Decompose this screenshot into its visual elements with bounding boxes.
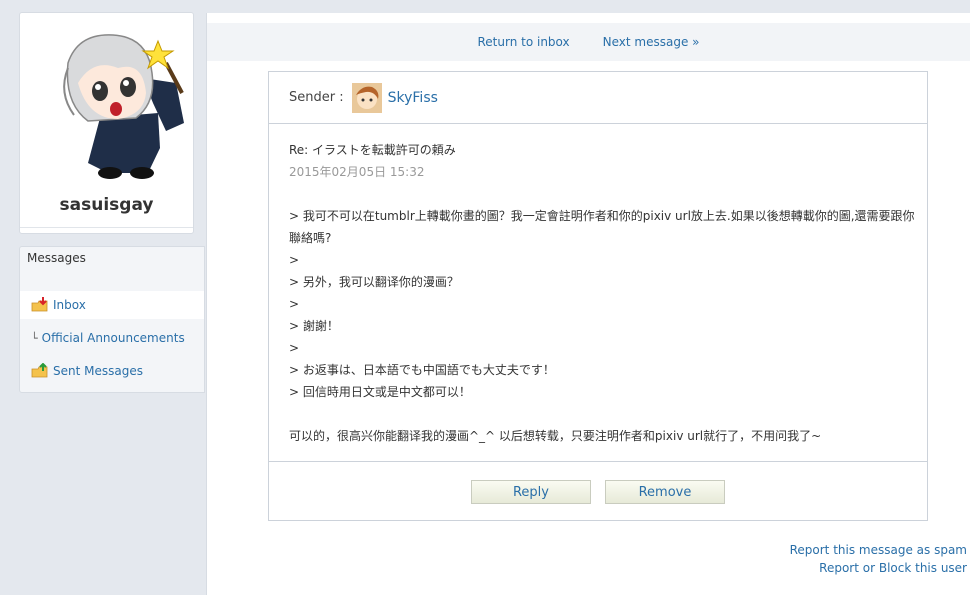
sender-label: Sender : <box>289 90 344 105</box>
reply-text: 可以的，很高兴你能翻译我的漫画^_^ 以后想转载，只要注明作者和pixiv ur… <box>289 429 822 443</box>
report-spam-link[interactable]: Report this message as spam <box>790 543 967 557</box>
messages-nav: Messages Inbox └ Official Announcements … <box>19 246 205 393</box>
profile-username[interactable]: sasuisgay <box>20 195 193 215</box>
quoted-line: > <box>289 341 300 355</box>
sidebar-item-inbox[interactable]: Inbox <box>20 291 204 319</box>
action-row: Reply Remove <box>269 461 927 522</box>
message-toolbar: Return to inbox Next message » <box>207 23 970 61</box>
folder-sent-icon <box>31 363 48 378</box>
sender-avatar[interactable] <box>351 82 382 113</box>
sidebar-item-label: Sent Messages <box>53 364 143 378</box>
folder-inbox-icon <box>31 297 48 312</box>
report-block-user-link[interactable]: Report or Block this user <box>819 561 967 575</box>
sidebar-item-official-announcements[interactable]: └ Official Announcements <box>20 324 204 352</box>
quoted-line: > 另外，我可以翻译你的漫画？ <box>289 275 459 289</box>
sender-row: Sender : SkyFiss <box>269 72 927 124</box>
message-box: Sender : SkyFiss Re: イラストを転載許可の頼み 2015年0… <box>268 71 928 521</box>
quoted-line: > 回信時用日文或是中文都可以！ <box>289 385 471 399</box>
sidebar-item-sent-messages[interactable]: Sent Messages <box>20 357 204 385</box>
quoted-line: > お返事は、日本語でも中国語でも大丈夫です！ <box>289 363 555 377</box>
divider <box>20 227 193 228</box>
sidebar-item-label: Inbox <box>53 298 86 312</box>
quoted-line: > 謝謝！ <box>289 319 339 333</box>
profile-card: sasuisgay <box>19 12 194 234</box>
messages-nav-title: Messages <box>27 251 86 265</box>
quoted-line: 聯絡嗎? <box>289 231 332 245</box>
sub-item-mark-icon: └ <box>31 331 38 345</box>
user-avatar[interactable] <box>48 23 188 181</box>
next-message-link[interactable]: Next message » <box>603 35 700 49</box>
remove-button[interactable]: Remove <box>605 480 725 504</box>
sender-name-link[interactable]: SkyFiss <box>388 90 438 106</box>
quoted-line: > <box>289 253 300 267</box>
message-date: 2015年02月05日 15:32 <box>289 165 425 179</box>
main-panel: Return to inbox Next message » Sender : … <box>206 13 970 595</box>
message-subject: Re: イラストを転載許可の頼み <box>289 143 456 157</box>
reply-button[interactable]: Reply <box>471 480 591 504</box>
quoted-line: > 我可不可以在tumblr上轉載你畫的圖？我一定會註明作者和你的pixiv u… <box>289 209 915 223</box>
message-body: Re: イラストを転載許可の頼み 2015年02月05日 15:32 > 我可不… <box>289 132 915 447</box>
quoted-line: > <box>289 297 300 311</box>
return-to-inbox-link[interactable]: Return to inbox <box>478 35 570 49</box>
sidebar-item-label: Official Announcements <box>41 331 185 345</box>
